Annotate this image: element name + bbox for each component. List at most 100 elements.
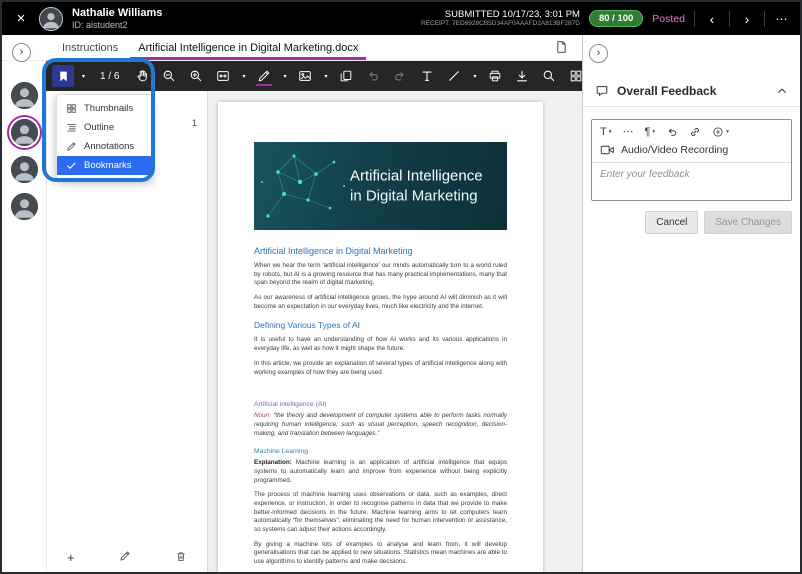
previous-student-button[interactable]: ‹ (704, 12, 720, 26)
text-style-button[interactable]: T▾ (600, 126, 612, 138)
person-icon (11, 82, 38, 109)
print-button[interactable] (484, 65, 506, 87)
annotations-pen-icon (66, 141, 77, 152)
pan-tool-button[interactable] (131, 65, 153, 87)
feedback-panel: › Overall Feedback T▾ ⋯ ¶▾ ▾ (582, 35, 800, 572)
delete-bookmark-button[interactable] (175, 550, 187, 565)
page-number-label: 1 (192, 118, 197, 128)
doc-paragraph: As our awareness of artificial intellige… (254, 294, 507, 311)
redo-icon (393, 69, 407, 83)
more-options-icon[interactable]: ⋯ (774, 13, 790, 25)
editor-toolbar: T▾ ⋯ ¶▾ ▾ (592, 120, 791, 141)
person-icon (11, 119, 38, 146)
line-caret-icon[interactable]: ▾ (470, 73, 479, 80)
cancel-button[interactable]: Cancel (645, 211, 698, 234)
student-avatar[interactable] (11, 156, 38, 183)
chevron-up-icon (776, 85, 788, 97)
menu-item-thumbnails[interactable]: Thumbnails (57, 99, 151, 118)
undo-icon (366, 69, 380, 83)
feedback-input[interactable] (592, 162, 791, 200)
collapse-section-button[interactable] (776, 85, 788, 97)
collapse-feedback-button[interactable]: › (589, 44, 608, 63)
submission-info: SUBMITTED 10/17/23, 3:01 PM RECEIPT: 7ED… (421, 9, 580, 29)
feedback-title: Overall Feedback (617, 84, 768, 98)
hand-icon (135, 69, 149, 83)
search-icon (542, 69, 556, 83)
banner-image: Artificial Intelligence in Digital Marke… (254, 142, 507, 230)
student-id: ID: aistudent2 (72, 20, 162, 30)
doc-heading-2: Defining Various Types of AI (254, 320, 507, 330)
tab-instructions[interactable]: Instructions (52, 35, 128, 60)
paragraph-style-button[interactable]: ¶▾ (645, 126, 656, 138)
search-button[interactable] (538, 65, 560, 87)
document-viewer: ▾ 1 / 6 ▾ ▾ ▾ (46, 61, 582, 572)
doc-paragraph: It is useful to have an understanding of… (254, 336, 507, 353)
pen-caret-icon[interactable]: ▾ (280, 73, 289, 80)
receipt-id: RECEIPT: 7ED6928CB5D34AF0AAAFD2A813BF287… (421, 20, 580, 28)
stamp-caret-icon[interactable]: ▾ (321, 73, 330, 80)
doc-ml-heading: Machine Learning (254, 448, 507, 455)
document-page: Artificial Intelligence in Digital Marke… (218, 102, 543, 572)
tab-document[interactable]: Artificial Intelligence in Digital Marke… (128, 35, 368, 60)
doc-definition: Noun: “the theory and development of com… (254, 412, 507, 438)
doc-paragraph: In this article, we provide an explanati… (254, 360, 507, 377)
zoom-out-button[interactable] (158, 65, 180, 87)
document-canvas[interactable]: Artificial Intelligence in Digital Marke… (208, 91, 582, 572)
insert-content-button[interactable]: ▾ (712, 126, 729, 138)
feedback-editor: T▾ ⋯ ¶▾ ▾ Audio/Video Recording (591, 119, 792, 201)
grading-window: × Nathalie Williams ID: aistudent2 SUBMI… (0, 0, 802, 574)
feedback-header: Overall Feedback (583, 75, 800, 107)
line-icon (447, 69, 461, 83)
insert-link-button[interactable] (689, 126, 701, 138)
save-changes-button[interactable]: Save Changes (704, 211, 792, 234)
student-avatar-selected[interactable] (11, 119, 38, 146)
undo-button[interactable] (362, 65, 384, 87)
zoom-out-icon (162, 69, 176, 83)
pencil-icon (119, 550, 131, 562)
network-graphic (254, 142, 364, 230)
next-student-button[interactable]: › (739, 12, 755, 26)
caret-down-icon: ▾ (609, 129, 612, 135)
redo-button[interactable] (389, 65, 411, 87)
document-page-icon[interactable] (555, 40, 568, 60)
video-camera-icon (600, 144, 615, 156)
audio-video-recording-button[interactable]: Audio/Video Recording (592, 141, 791, 162)
page-indicator: 1 / 6 (100, 71, 119, 82)
panel-menu-caret-icon[interactable]: ▾ (79, 73, 88, 80)
submitted-timestamp: SUBMITTED 10/17/23, 3:01 PM (421, 9, 580, 21)
editor-undo-button[interactable] (666, 126, 678, 138)
more-tools-button[interactable]: ⋯ (623, 125, 634, 138)
zoom-in-button[interactable] (185, 65, 207, 87)
student-identity: Nathalie Williams ID: aistudent2 (72, 7, 162, 31)
line-tool-button[interactable] (443, 65, 465, 87)
caret-down-icon: ▾ (726, 129, 729, 135)
add-bookmark-button[interactable]: + (67, 551, 75, 564)
menu-item-outline[interactable]: Outline (57, 118, 151, 137)
student-avatar[interactable] (11, 82, 38, 109)
annotation-toolbar: ▾ 1 / 6 ▾ ▾ ▾ (46, 61, 582, 91)
expand-roster-button[interactable]: › (12, 43, 31, 62)
undo-icon (666, 126, 678, 138)
bookmarks-panel-button[interactable] (52, 65, 74, 87)
annotation-pen-button[interactable] (253, 65, 275, 87)
download-button[interactable] (511, 65, 533, 87)
doc-paragraph: When we hear the term 'artificial intell… (254, 262, 507, 288)
feedback-actions: Cancel Save Changes (645, 211, 792, 234)
close-icon[interactable]: × (12, 10, 30, 27)
menu-item-bookmarks[interactable]: Bookmarks (57, 156, 151, 175)
text-tool-icon (420, 69, 434, 83)
divider (729, 11, 730, 27)
content-tab-bar: Instructions Artificial Intelligence in … (2, 35, 582, 61)
pen-icon (257, 69, 271, 83)
edit-bookmark-button[interactable] (119, 550, 131, 564)
copy-pages-button[interactable] (335, 65, 357, 87)
feedback-bubble-icon (595, 84, 609, 98)
student-avatar[interactable] (11, 193, 38, 220)
stamp-tool-button[interactable] (294, 65, 316, 87)
text-tool-button[interactable] (416, 65, 438, 87)
fit-page-button[interactable] (212, 65, 234, 87)
grade-pill[interactable]: 80 / 100 (589, 10, 643, 27)
student-roster (2, 61, 46, 572)
menu-item-annotations[interactable]: Annotations (57, 137, 151, 156)
fit-page-caret-icon[interactable]: ▾ (239, 73, 248, 80)
